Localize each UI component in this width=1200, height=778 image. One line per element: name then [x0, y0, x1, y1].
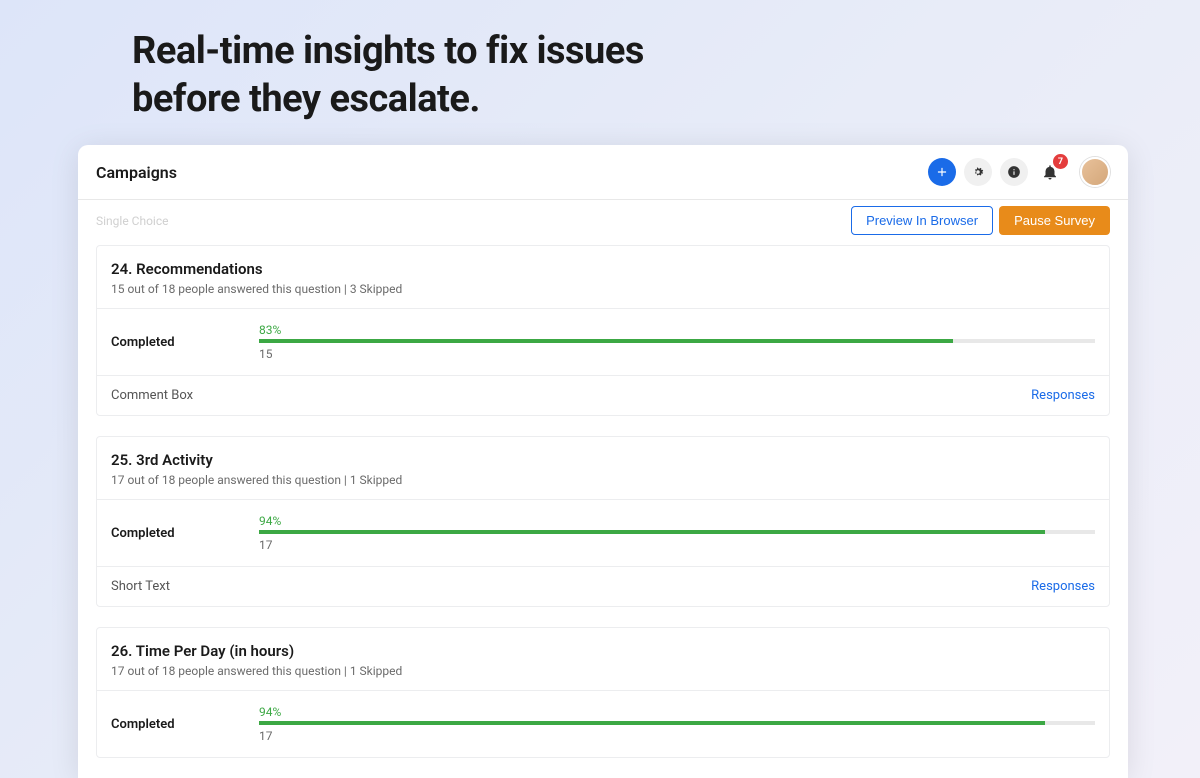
app-window: Campaigns 7 Single Choice Preview In Bro…: [78, 145, 1128, 778]
card-header: 25. 3rd Activity 17 out of 18 people ans…: [97, 437, 1109, 499]
completed-label: Completed: [111, 335, 189, 350]
progress-bar-fill: [259, 339, 953, 343]
avatar[interactable]: [1080, 157, 1110, 187]
faded-type-label: Single Choice: [96, 214, 169, 228]
action-row: Single Choice Preview In Browser Pause S…: [78, 200, 1128, 245]
notification-badge: 7: [1053, 154, 1068, 169]
completed-label: Completed: [111, 526, 189, 541]
question-card: 26. Time Per Day (in hours) 17 out of 18…: [96, 627, 1110, 758]
topbar-actions: 7: [928, 157, 1110, 187]
responses-link[interactable]: Responses: [1031, 388, 1095, 403]
topbar: Campaigns 7: [78, 145, 1128, 200]
card-body: Completed 94% 17: [97, 499, 1109, 566]
hero-title-line1: Real-time insights to fix issues: [132, 29, 644, 73]
hero-title: Real-time insights to fix issues before …: [132, 28, 1200, 123]
preview-button[interactable]: Preview In Browser: [851, 206, 993, 235]
completed-label: Completed: [111, 717, 189, 732]
progress-bar: [259, 530, 1095, 534]
hero-title-line2: before they escalate.: [132, 77, 480, 121]
question-type-label: Short Text: [111, 579, 170, 594]
hero-section: Real-time insights to fix issues before …: [0, 0, 1200, 123]
question-type-label: Comment Box: [111, 388, 193, 403]
count-label: 15: [259, 347, 1095, 361]
question-subtitle: 15 out of 18 people answered this questi…: [111, 282, 1095, 296]
card-footer: Comment Box Responses: [97, 375, 1109, 415]
pause-survey-button[interactable]: Pause Survey: [999, 206, 1110, 235]
progress-wrap: 83% 15: [259, 323, 1095, 361]
progress-wrap: 94% 17: [259, 705, 1095, 743]
settings-button[interactable]: [964, 158, 992, 186]
question-title: 25. 3rd Activity: [111, 451, 1095, 469]
card-body: Completed 94% 17: [97, 690, 1109, 757]
gear-icon: [971, 165, 985, 179]
add-button[interactable]: [928, 158, 956, 186]
percentage-label: 94%: [259, 705, 1095, 719]
card-footer: Short Text Responses: [97, 566, 1109, 606]
question-title: 24. Recommendations: [111, 260, 1095, 278]
progress-bar: [259, 721, 1095, 725]
progress-bar-fill: [259, 530, 1045, 534]
percentage-label: 83%: [259, 323, 1095, 337]
count-label: 17: [259, 729, 1095, 743]
question-title: 26. Time Per Day (in hours): [111, 642, 1095, 660]
question-card: 25. 3rd Activity 17 out of 18 people ans…: [96, 436, 1110, 607]
plus-icon: [935, 165, 949, 179]
card-header: 26. Time Per Day (in hours) 17 out of 18…: [97, 628, 1109, 690]
card-body: Completed 83% 15: [97, 308, 1109, 375]
info-button[interactable]: [1000, 158, 1028, 186]
question-subtitle: 17 out of 18 people answered this questi…: [111, 664, 1095, 678]
percentage-label: 94%: [259, 514, 1095, 528]
info-icon: [1007, 165, 1021, 179]
progress-bar-fill: [259, 721, 1045, 725]
action-buttons: Preview In Browser Pause Survey: [851, 206, 1110, 235]
question-card: 24. Recommendations 15 out of 18 people …: [96, 245, 1110, 416]
count-label: 17: [259, 538, 1095, 552]
responses-link[interactable]: Responses: [1031, 579, 1095, 594]
page-title: Campaigns: [96, 163, 177, 182]
card-header: 24. Recommendations 15 out of 18 people …: [97, 246, 1109, 308]
notifications-button[interactable]: 7: [1036, 158, 1064, 186]
question-subtitle: 17 out of 18 people answered this questi…: [111, 473, 1095, 487]
progress-bar: [259, 339, 1095, 343]
question-cards: 24. Recommendations 15 out of 18 people …: [78, 245, 1128, 758]
progress-wrap: 94% 17: [259, 514, 1095, 552]
